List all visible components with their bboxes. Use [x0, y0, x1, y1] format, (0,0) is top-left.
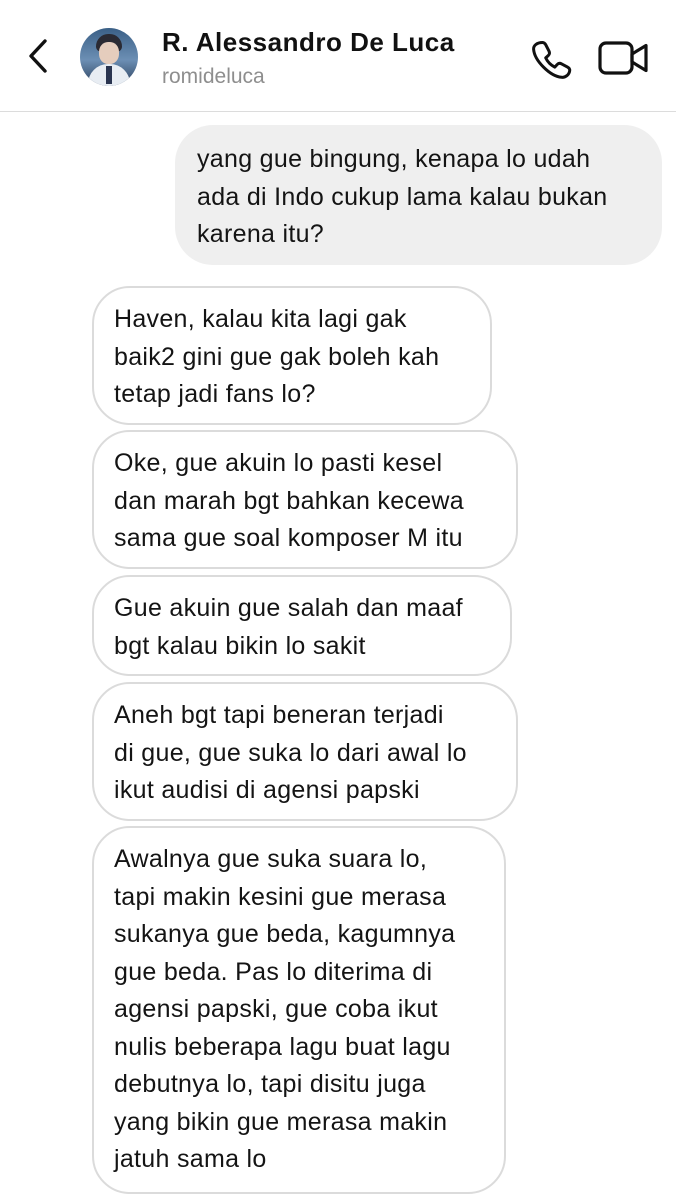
back-button[interactable]	[18, 34, 58, 78]
phone-icon	[532, 41, 572, 79]
video-call-button[interactable]	[598, 40, 650, 76]
avatar[interactable]	[80, 28, 138, 86]
received-message[interactable]: Gue akuin gue salah dan maaf bgt kalau b…	[92, 575, 512, 676]
chat-header: R. Alessandro De Luca romideluca	[0, 0, 676, 112]
call-button[interactable]	[530, 38, 572, 80]
contact-handle[interactable]: romideluca	[162, 65, 265, 89]
received-message[interactable]: Haven, kalau kita lagi gak baik2 gini gu…	[92, 286, 492, 425]
sent-message[interactable]: yang gue bingung, kenapa lo udah ada di …	[175, 125, 662, 265]
received-message[interactable]: Aneh bgt tapi beneran terjadi di gue, gu…	[92, 682, 518, 821]
chevron-left-icon	[29, 39, 47, 73]
received-message[interactable]: Oke, gue akuin lo pasti kesel dan marah …	[92, 430, 518, 569]
contact-name[interactable]: R. Alessandro De Luca	[162, 27, 455, 58]
video-camera-icon	[598, 41, 648, 75]
received-message[interactable]: Awalnya gue suka suara lo, tapi makin ke…	[92, 826, 506, 1194]
